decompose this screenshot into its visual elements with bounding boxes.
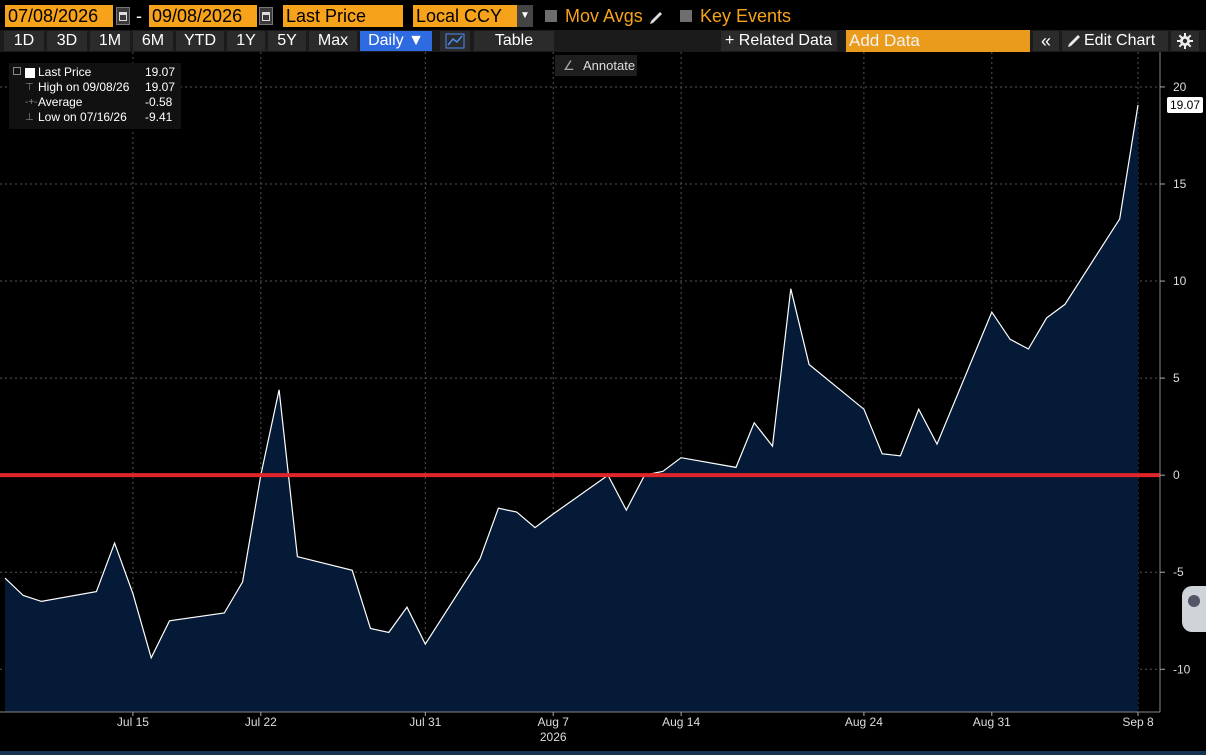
y-tick-label: 20 xyxy=(1173,80,1187,94)
annotate-button[interactable]: ∠ Annotate xyxy=(555,55,637,76)
annotate-pen-icon: ∠ xyxy=(563,58,575,73)
range-max-button[interactable]: Max xyxy=(309,31,357,51)
y-tick-label: 10 xyxy=(1173,274,1187,288)
key-events-checkbox[interactable] xyxy=(680,10,692,22)
average-marker-icon: -+- xyxy=(25,97,38,108)
related-data-button[interactable]: + Related Data xyxy=(721,31,837,51)
settings-button[interactable] xyxy=(1171,31,1199,51)
annotate-label: Annotate xyxy=(583,58,636,73)
legend-row-average: -+- Average -0.58 xyxy=(9,95,181,110)
low-marker-icon: ⊥ xyxy=(25,112,34,123)
x-year-label: 2026 xyxy=(540,730,567,744)
high-marker-icon: ⊤ xyxy=(25,82,34,93)
legend-swatch-icon xyxy=(25,68,35,78)
legend-value: 19.07 xyxy=(145,80,176,94)
chart-window: 07/08/2026 - 09/08/2026 Last Price Local… xyxy=(0,0,1206,755)
range-5y-button[interactable]: 5Y xyxy=(268,31,306,51)
table-button[interactable]: Table xyxy=(474,31,554,51)
legend-label: Low on 07/16/26 xyxy=(38,110,127,124)
range-toolbar: 1D 3D 1M 6M YTD 1Y 5Y Max Daily ▼ Table … xyxy=(0,30,1206,52)
period-daily-dropdown[interactable]: Daily ▼ xyxy=(360,31,432,51)
legend-value: -9.41 xyxy=(145,110,173,124)
mov-avgs-label[interactable]: Mov Avgs xyxy=(565,5,643,27)
x-tick-label: Aug 24 xyxy=(845,715,883,729)
legend-label: High on 09/08/26 xyxy=(38,80,130,94)
legend-row-low: ⊥ Low on 07/16/26 -9.41 xyxy=(9,110,181,125)
currency-select[interactable]: Local CCY xyxy=(413,5,517,27)
start-date-input[interactable]: 07/08/2026 xyxy=(5,5,113,27)
legend-label: Last Price xyxy=(38,65,92,79)
x-tick-label: Jul 15 xyxy=(117,715,149,729)
edit-chart-button[interactable]: Edit Chart xyxy=(1062,31,1168,51)
y-tick-label: 0 xyxy=(1173,468,1180,482)
start-calendar-icon[interactable] xyxy=(116,7,130,25)
legend-panel: Last Price 19.07 ⊤ High on 09/08/26 19.0… xyxy=(9,63,181,129)
add-data-input[interactable]: Add Data xyxy=(846,30,1030,52)
pencil-icon xyxy=(1068,35,1080,47)
range-1m-button[interactable]: 1M xyxy=(90,31,130,51)
x-tick-label: Aug 31 xyxy=(973,715,1011,729)
mov-avgs-checkbox[interactable] xyxy=(545,10,557,22)
series-area xyxy=(5,105,1138,712)
legend-row-high: ⊤ High on 09/08/26 19.07 xyxy=(9,80,181,95)
x-tick-label: Jul 22 xyxy=(245,715,277,729)
range-1y-button[interactable]: 1Y xyxy=(227,31,265,51)
x-tick-label: Sep 8 xyxy=(1122,715,1154,729)
collapse-button[interactable]: « xyxy=(1033,31,1059,51)
y-tick-label: -10 xyxy=(1173,662,1191,676)
legend-value: -0.58 xyxy=(145,95,173,109)
side-tab-icon xyxy=(1188,595,1200,607)
range-1d-button[interactable]: 1D xyxy=(4,31,44,51)
key-events-label[interactable]: Key Events xyxy=(700,5,791,27)
last-value-label: 19.07 xyxy=(1170,98,1200,112)
line-chart-toggle-button[interactable] xyxy=(440,31,470,51)
x-axis-ticks: Jul 15 Jul 22 Jul 31 Aug 7 Aug 14 Aug 24 Aug 3… xyxy=(0,711,1160,744)
edit-chart-label: Edit Chart xyxy=(1084,32,1156,49)
date-separator: - xyxy=(136,6,142,26)
line-chart-icon xyxy=(445,33,465,49)
pencil-icon[interactable] xyxy=(648,8,666,24)
top-bar: 07/08/2026 - 09/08/2026 Last Price Local… xyxy=(0,0,1206,30)
range-ytd-button[interactable]: YTD xyxy=(176,31,224,51)
y-tick-label: -5 xyxy=(1173,565,1184,579)
bottom-scroll-bar[interactable] xyxy=(0,751,1206,755)
range-3d-button[interactable]: 3D xyxy=(47,31,87,51)
y-tick-label: 15 xyxy=(1173,177,1187,191)
x-tick-label: Jul 31 xyxy=(409,715,441,729)
end-calendar-icon[interactable] xyxy=(259,7,273,25)
last-value-tag: 19.07 xyxy=(1167,96,1203,113)
legend-value: 19.07 xyxy=(145,65,176,79)
y-tick-label: 5 xyxy=(1173,371,1180,385)
legend-row-last-price: Last Price 19.07 xyxy=(9,65,181,80)
range-6m-button[interactable]: 6M xyxy=(133,31,173,51)
legend-label: Average xyxy=(38,95,83,109)
x-tick-label: Aug 7 xyxy=(538,715,570,729)
currency-dropdown-arrow-icon[interactable]: ▼ xyxy=(517,5,533,27)
side-panel-tab[interactable] xyxy=(1182,586,1206,632)
field-select[interactable]: Last Price xyxy=(283,5,403,27)
price-chart[interactable]: 20 15 10 5 0 -5 -10 Jul 15 Jul 22 Jul 31 Aug 7 Aug… xyxy=(0,52,1206,751)
x-tick-label: Aug 14 xyxy=(662,715,700,729)
gear-icon xyxy=(1177,33,1193,49)
end-date-input[interactable]: 09/08/2026 xyxy=(149,5,257,27)
